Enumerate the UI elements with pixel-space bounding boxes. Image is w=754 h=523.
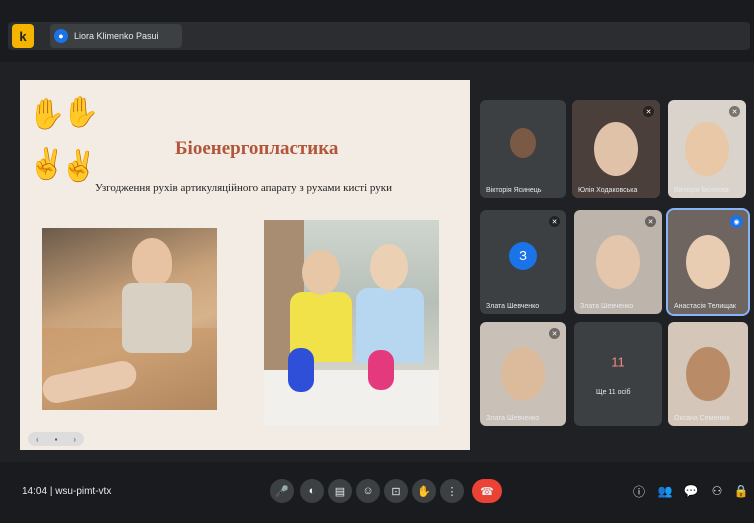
participant-video [594,122,638,176]
app-logo[interactable]: k [12,24,34,48]
photo-child-head-1 [302,250,340,295]
presenter-chip[interactable]: ● Liora Klimenko Pasui [50,24,182,48]
participant-video [685,122,729,176]
speaking-icon: ◉ [730,215,743,228]
mic-off-icon: ✕ [549,328,560,339]
mic-off-icon: ✕ [549,216,560,227]
photo-child-body [122,283,192,353]
host-controls-icon[interactable]: 🔒 [732,482,750,500]
meeting-code: wsu-pimt-vtx [55,486,112,497]
captions-button[interactable]: ▤ [328,479,352,503]
participant-name: Злата Шевченко [486,415,540,422]
more-options-button[interactable]: ⋮ [440,479,464,503]
participant-tile[interactable]: ✕ Вікторія Бєляєва [668,100,746,198]
avatar [510,128,536,159]
photo-child-head [132,238,172,286]
photo-child-head-2 [370,244,408,290]
people-icon[interactable]: 👥 [656,482,674,500]
participant-tile-active[interactable]: ◉ Анастасія Телищак [666,208,750,316]
participant-video [686,235,730,289]
participant-video [596,235,640,289]
mic-off-icon: ✕ [729,106,740,117]
presentation-slide: ✋ ✋ ✌ ✌ Біоенергопластика Узгодження рух… [20,80,470,450]
mic-button[interactable]: 🎤 [270,479,294,503]
mic-off-icon: ✕ [643,106,654,117]
slide-nav[interactable]: ‹ ▪ › [28,432,84,446]
participant-video [501,347,545,401]
meeting-info: 14:04 | wsu-pimt-vtx [22,486,111,497]
photo-toy-pink [368,350,394,390]
slide-menu-button[interactable]: ▪ [55,435,58,444]
avatar: З [509,241,537,270]
presenter-name: Liora Klimenko Pasui [74,31,159,41]
hand-red-icon: ✋ [62,96,100,129]
participant-tile[interactable]: Оксана Семенюк [668,322,748,426]
info-icon[interactable]: ⓘ [630,482,648,500]
time: 14:04 [22,486,48,497]
participant-tile[interactable]: З ✕ Злата Шевченко [480,210,566,314]
end-call-button[interactable]: ☎ [472,479,502,503]
slide-subtitle: Узгодження рухів артикуляційного апарату… [95,182,392,194]
participant-name: Вікторія Бєляєва [674,187,729,194]
reactions-button[interactable]: ☺ [356,479,380,503]
slide-next-button[interactable]: › [73,435,76,444]
chat-icon[interactable]: 💬 [682,482,700,500]
photo-toy-blue [288,348,314,392]
participant-tile[interactable]: ✕ Злата Шевченко [480,322,566,426]
more-participants-count: 11 [611,354,625,370]
slide-title: Біоенергопластика [175,138,339,159]
top-bar: k ● Liora Klimenko Pasui [0,0,754,62]
participant-name: Ще 11 осіб [596,389,631,396]
photo-children-puppets [264,220,439,425]
participant-tile[interactable]: ✕ Злата Шевченко [574,210,662,314]
participant-name: Вікторія Ясинець [486,187,542,194]
person-icon: ● [54,29,68,43]
participant-tile[interactable]: Вікторія Ясинець [480,100,566,198]
present-button[interactable]: ⊡ [384,479,408,503]
participant-tile[interactable]: ✕ Юлія Ходаковська [572,100,660,198]
photo-child-blue [356,288,424,363]
camera-button[interactable]: ◐ [300,479,324,503]
participant-name: Оксана Семенюк [674,415,730,422]
participant-video [686,347,730,401]
activities-icon[interactable]: ⚇ [708,482,726,500]
photo-children-table [42,228,217,410]
mic-off-icon: ✕ [645,216,656,227]
participant-name: Злата Шевченко [486,303,540,310]
slide-prev-button[interactable]: ‹ [36,435,39,444]
raise-hand-button[interactable]: ✋ [412,479,436,503]
more-participants-tile[interactable]: 11 Ще 11 осіб [574,322,662,426]
participant-name: Анастасія Телищак [674,303,736,310]
hand-blue-icon: ✋ [28,98,66,131]
hand-gesture-gold-icon: ✌ [60,150,98,183]
participant-name: Злата Шевченко [580,303,634,310]
participant-name: Юлія Ходаковська [578,187,638,194]
